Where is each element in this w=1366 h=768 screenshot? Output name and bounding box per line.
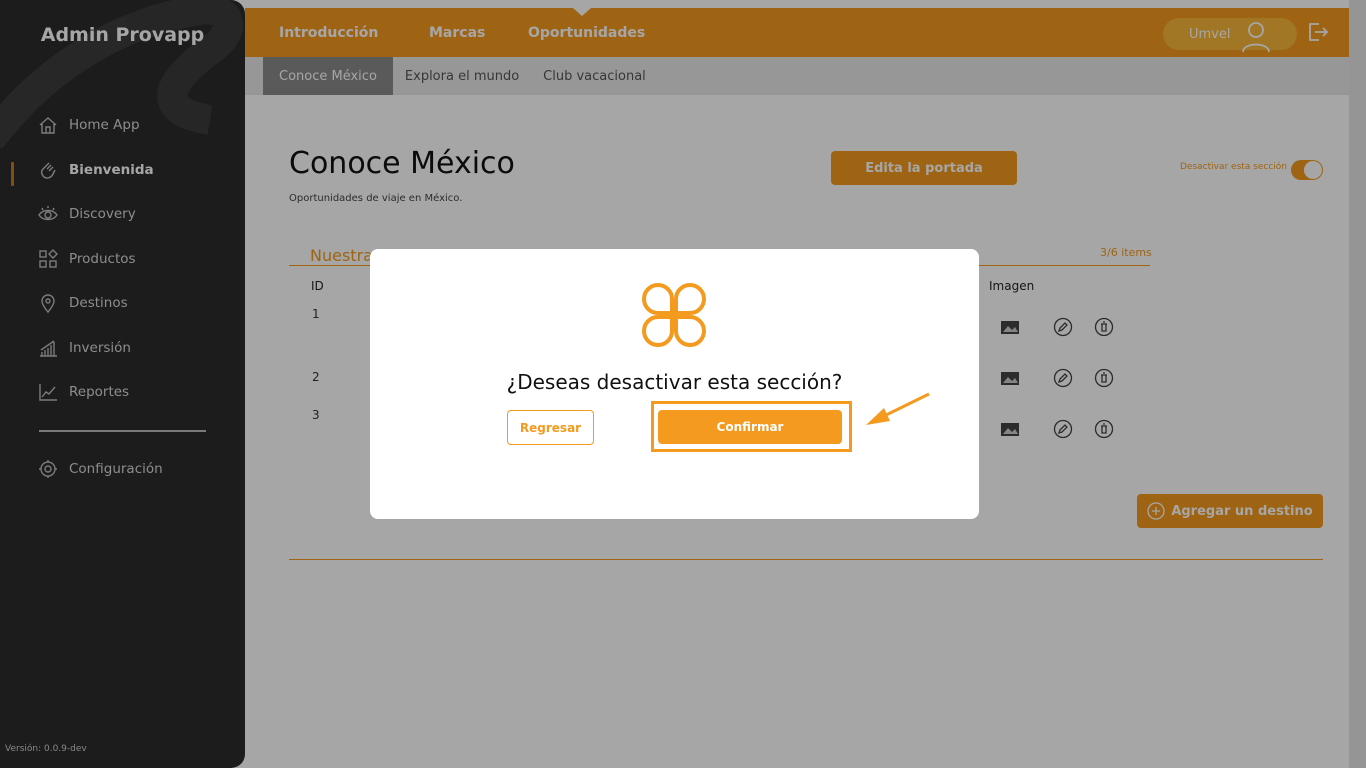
confirm-dialog: ¿Deseas desactivar esta sección? Regresa… <box>370 249 979 519</box>
confirm-button[interactable]: Confirmar <box>658 410 842 444</box>
clover-logo-icon <box>642 283 706 347</box>
back-button[interactable]: Regresar <box>507 410 594 445</box>
pointer-arrow-icon <box>866 392 930 425</box>
